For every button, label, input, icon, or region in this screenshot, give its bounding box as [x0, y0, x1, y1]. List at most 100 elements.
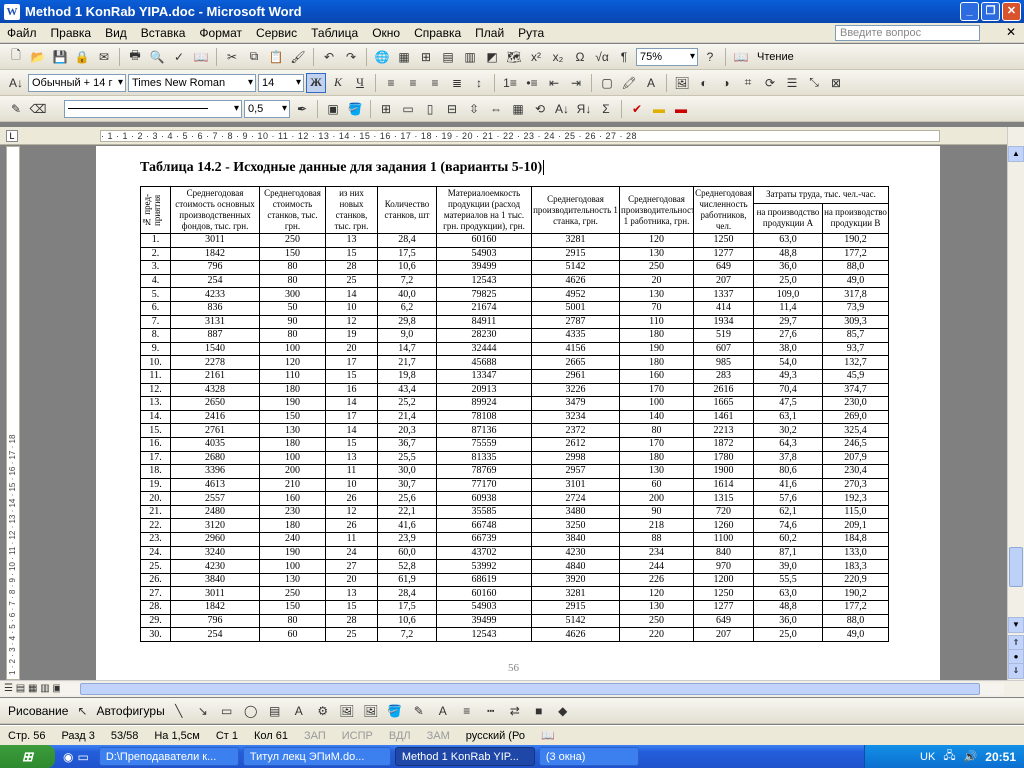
rectangle-tool-icon[interactable]: ▭ [217, 701, 237, 721]
table-cell[interactable]: 250 [619, 613, 694, 629]
table-cell[interactable]: 5142 [531, 260, 620, 275]
numbering-icon[interactable]: 1≡ [500, 73, 520, 93]
table-cell[interactable]: 27. [140, 586, 171, 602]
table-cell[interactable]: 120 [619, 586, 694, 602]
flag-ua-icon[interactable]: ▬ [649, 99, 669, 119]
border-color-icon[interactable]: ✒ [292, 99, 312, 119]
table-row[interactable]: 27. 3011 250 13 28,4 60160 3281 120 1250 63,0 190,… [140, 586, 889, 602]
table-row[interactable]: 11. 2161 110 15 19,8 13347 2961 160 283 49,3 45,9 [140, 368, 889, 384]
table-cell[interactable]: 18. [140, 464, 171, 479]
table-cell[interactable]: 26. [140, 572, 171, 588]
line-color-icon[interactable]: ✎ [409, 701, 429, 721]
tables-borders-icon[interactable]: ▦ [394, 47, 414, 67]
table-cell[interactable]: 28,4 [377, 586, 437, 602]
table-cell[interactable]: 2724 [531, 491, 620, 506]
table-cell[interactable]: 68619 [436, 572, 532, 588]
table-cell[interactable]: 250 [259, 233, 326, 248]
table-cell[interactable]: 7,2 [377, 627, 437, 642]
table-cell[interactable]: 15 [325, 246, 378, 262]
table-cell[interactable]: 36,0 [753, 260, 823, 275]
styles-pane-icon[interactable]: A↓ [6, 73, 26, 93]
table-cell[interactable]: 230,4 [822, 464, 889, 479]
justify-icon[interactable]: ≣ [447, 73, 467, 93]
table-cell[interactable]: 3840 [531, 532, 620, 547]
table-cell[interactable]: 1100 [693, 532, 754, 547]
table-cell[interactable]: 60160 [436, 233, 532, 248]
table-cell[interactable]: 309,3 [822, 314, 889, 330]
table-row[interactable]: 4. 254 80 25 7,2 12543 4626 20 207 25,0 49,0 [140, 273, 889, 289]
table-cell[interactable]: 1540 [170, 341, 260, 357]
table-cell[interactable]: 7. [140, 314, 171, 330]
table-cell[interactable]: 6. [140, 300, 171, 316]
image-tool-icon[interactable]: ◑ [716, 73, 736, 93]
table-cell[interactable]: 64,3 [753, 436, 823, 452]
table-row[interactable]: 2. 1842 150 15 17,5 54903 2915 130 1277 48,8 177,2 [140, 246, 889, 262]
table-cell[interactable]: 180 [619, 355, 694, 370]
table-cell[interactable]: 29. [140, 613, 171, 629]
task-group[interactable]: (3 окна) [538, 747, 639, 766]
table-cell[interactable]: 88,0 [822, 260, 889, 275]
columns-icon[interactable]: ▥ [460, 47, 480, 67]
table-cell[interactable]: 2612 [531, 436, 620, 452]
table-row[interactable]: 14. 2416 150 17 21,4 78108 3234 140 1461 63,1 269,… [140, 409, 889, 425]
show-formatting-icon[interactable]: ¶ [614, 47, 634, 67]
table-cell[interactable]: 63,1 [753, 409, 823, 425]
table-row[interactable]: 6. 836 50 10 6,2 21674 5001 70 414 11,4 73,9 [140, 300, 889, 316]
table-cell[interactable]: 60160 [436, 586, 532, 602]
fill-color-icon[interactable]: 🪣 [385, 701, 405, 721]
table-cell[interactable]: 270,3 [822, 477, 889, 493]
table-cell[interactable]: 61,9 [377, 572, 437, 588]
table-cell[interactable]: 12 [325, 504, 378, 520]
table-cell[interactable]: 30,7 [377, 477, 437, 493]
table-cell[interactable]: 170 [619, 382, 694, 398]
table-cell[interactable]: 1461 [693, 409, 754, 425]
table-cell[interactable]: 39499 [436, 260, 532, 275]
table-cell[interactable]: 54903 [436, 600, 532, 615]
table-cell[interactable]: 190,2 [822, 586, 889, 602]
oval-tool-icon[interactable]: ◯ [241, 701, 261, 721]
table-cell[interactable]: 28 [325, 613, 378, 629]
table-cell[interactable]: 1200 [693, 572, 754, 588]
table-cell[interactable]: 985 [693, 355, 754, 370]
insert-table-icon[interactable]: ⊞ [376, 99, 396, 119]
table-cell[interactable]: 1. [140, 233, 171, 248]
table-cell[interactable]: 53992 [436, 559, 532, 574]
text-wrap-icon[interactable]: ⊠ [826, 73, 846, 93]
hscroll-track[interactable] [60, 683, 1004, 695]
table-cell[interactable]: 77170 [436, 477, 532, 493]
table-row[interactable]: 30. 254 60 25 7,2 12543 4626 220 207 25,0 49,0 [140, 627, 889, 642]
table-cell[interactable]: 73,9 [822, 300, 889, 316]
table-cell[interactable]: 244 [619, 559, 694, 574]
table-cell[interactable]: 2616 [693, 382, 754, 398]
table-cell[interactable]: 1260 [693, 518, 754, 534]
table-cell[interactable]: 39499 [436, 613, 532, 629]
table-cell[interactable]: 110 [619, 314, 694, 330]
table-cell[interactable]: 3234 [531, 409, 620, 425]
scroll-thumb[interactable] [1009, 547, 1023, 587]
table-cell[interactable]: 207 [693, 627, 754, 642]
table-cell[interactable]: 27,6 [753, 328, 823, 343]
flag-ru-icon[interactable]: ▬ [671, 99, 691, 119]
new-document-icon[interactable]: 🗋 [6, 47, 26, 67]
table-cell[interactable]: 180 [259, 382, 326, 398]
table-cell[interactable]: 2680 [170, 450, 260, 466]
minimize-button[interactable]: _ [960, 2, 979, 21]
dash-style-icon[interactable]: ┅ [481, 701, 501, 721]
table-cell[interactable]: 180 [259, 436, 326, 452]
equation-icon[interactable]: √α [592, 47, 612, 67]
borders-icon[interactable]: ▢ [597, 73, 617, 93]
table-row[interactable]: 24. 3240 190 24 60,0 43702 4230 234 840 87,1 133,0 [140, 545, 889, 561]
view-buttons[interactable]: ☰ ▤ ▦ ▥ ▣ [4, 683, 62, 694]
table-cell[interactable]: 20,3 [377, 423, 437, 438]
insert-picture-icon[interactable]: 🖼 [672, 73, 692, 93]
table-row[interactable]: 3. 796 80 28 10,6 39499 5142 250 649 36,0 88,0 [140, 260, 889, 275]
table-cell[interactable]: 27 [325, 559, 378, 574]
table-cell[interactable]: 36,0 [753, 613, 823, 629]
table-cell[interactable]: 3011 [170, 586, 260, 602]
table-cell[interactable]: 649 [693, 613, 754, 629]
table-cell[interactable]: 2416 [170, 409, 260, 425]
table-cell[interactable]: 12543 [436, 627, 532, 642]
align-center-icon[interactable]: ≡ [403, 73, 423, 93]
table-cell[interactable]: 16 [325, 382, 378, 398]
table-cell[interactable]: 150 [259, 600, 326, 615]
